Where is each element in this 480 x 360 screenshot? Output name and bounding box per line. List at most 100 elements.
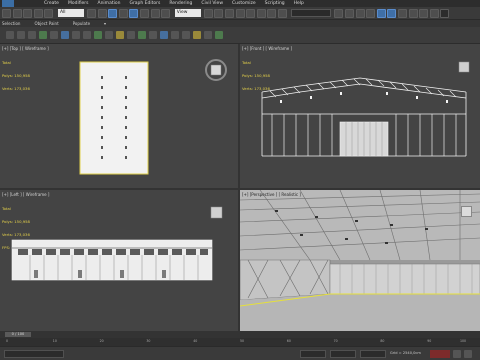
viewcube-icon[interactable] [461,206,472,217]
menu-item-animation[interactable]: Animation [98,0,121,7]
app-logo-icon[interactable] [2,0,14,7]
menu-item-rendering[interactable]: Rendering [169,0,192,7]
particle-icon[interactable] [138,31,146,39]
align-icon[interactable] [345,8,355,18]
top-view-canvas [79,59,227,175]
sphere-icon[interactable] [50,31,58,39]
viewcube-icon[interactable] [458,61,470,73]
angle-snap-icon[interactable] [246,8,256,18]
named-selection-set-dropdown[interactable] [291,9,332,17]
key-filters-icon[interactable] [464,350,472,358]
viewport-top[interactable]: [+] [Top ] [ Wireframe ] Total Polys: 15… [0,44,238,188]
door-icon[interactable] [182,31,190,39]
select-by-name-icon[interactable] [97,8,107,18]
select-manipulate-icon[interactable] [214,8,224,18]
coord-y-field[interactable] [330,350,356,358]
menu-item-customize[interactable]: Customize [232,0,256,7]
system-icon[interactable] [105,31,113,39]
viewport-persp-label[interactable]: [+] [Perspective ] [ Realistic ] [242,192,301,197]
lasso-icon[interactable] [17,31,25,39]
menu-item-civil-view[interactable]: Civil View [201,0,223,7]
helper-icon[interactable] [83,31,91,39]
named-selection-icon[interactable] [277,8,287,18]
geometry-icon[interactable] [127,31,135,39]
toggle-ribbon-icon[interactable] [366,8,376,18]
redo-icon[interactable] [12,8,22,18]
viewcube-icon[interactable] [210,206,223,219]
stairs-icon[interactable] [204,31,212,39]
ceiling-surface [240,190,480,260]
menu-item-graph-editors[interactable]: Graph Editors [129,0,160,7]
viewport-perspective[interactable]: [+] [Perspective ] [ Realistic ] [240,190,480,331]
curve-editor-icon[interactable] [376,8,386,18]
coord-z-field[interactable] [360,350,386,358]
rendered-frame-window-icon[interactable] [419,8,429,18]
undo-icon[interactable] [2,8,11,18]
unlink-icon[interactable] [33,8,43,18]
tab-object-paint[interactable]: Object Paint [34,20,58,27]
tick-label: 70 [333,339,338,343]
window-crossing-icon[interactable] [118,8,128,18]
tab-selection[interactable]: Selection [2,20,20,27]
mirror-icon[interactable] [334,8,344,18]
camera-icon[interactable] [61,31,69,39]
render-production-icon[interactable] [429,8,439,18]
select-object-icon[interactable] [86,8,96,18]
menu-bar: Create Modifiers Animation Graph Editors… [0,0,480,7]
status-bar: Grid = 2540,0cm [0,346,480,360]
pivot-center-icon[interactable] [203,8,213,18]
viewcube-icon[interactable] [205,59,227,81]
ribbon-toggle-icon[interactable]: ▾ [104,20,106,27]
select-and-rotate-icon[interactable] [139,8,149,18]
menu-item-scripting[interactable]: Scripting [265,0,285,7]
viewport-front[interactable]: [+] [Front ] [ Wireframe ] Total Polys: … [240,44,480,188]
paint-select-icon[interactable] [28,31,36,39]
select-icon[interactable] [6,31,14,39]
spinner-snap-icon[interactable] [267,8,277,18]
light-icon[interactable] [72,31,80,39]
auto-key-button[interactable] [430,350,450,358]
link-icon[interactable] [23,8,33,18]
selection-filter-dropdown[interactable]: All [57,9,84,17]
building-plan-rect [79,61,149,175]
set-key-icon[interactable] [453,350,461,358]
viewport-left[interactable]: [+] [Left ] [ Wireframe ] Total Polys: 1… [0,190,238,331]
render-iterative-icon[interactable] [440,8,450,18]
schematic-view-icon[interactable] [387,8,397,18]
rectangular-selection-icon[interactable] [108,8,118,18]
select-and-move-icon[interactable] [129,8,139,18]
compound-icon[interactable] [149,31,157,39]
shape-icon[interactable] [116,31,124,39]
maxscript-listener-input[interactable] [4,350,64,358]
render-setup-icon[interactable] [408,8,418,18]
foliage-icon[interactable] [215,31,223,39]
tick-label: 20 [99,339,104,343]
spacewarp-icon[interactable] [94,31,102,39]
bind-space-warp-icon[interactable] [44,8,54,18]
track-bar-ticks: 0 10 20 30 40 50 60 70 80 90 100 [6,338,474,346]
nurbs-icon[interactable] [171,31,179,39]
time-slider-thumb[interactable]: 0 / 100 [5,332,31,337]
place-icon[interactable] [161,8,171,18]
material-editor-icon[interactable] [398,8,408,18]
select-and-scale-icon[interactable] [150,8,160,18]
window-icon[interactable] [193,31,201,39]
front-lamps [280,92,448,103]
track-bar[interactable]: 0 10 20 30 40 50 60 70 80 90 100 [0,338,480,346]
tick-label: 50 [240,339,245,343]
reference-coordinate-dropdown[interactable]: View [174,9,201,17]
menu-item-help[interactable]: Help [294,0,304,7]
keyboard-shortcut-icon[interactable] [224,8,234,18]
patch-icon[interactable] [160,31,168,39]
box-icon[interactable] [39,31,47,39]
time-slider[interactable]: 0 / 100 [0,331,480,338]
percent-snap-icon[interactable] [256,8,266,18]
menu-item-modifiers[interactable]: Modifiers [68,0,89,7]
coord-x-field[interactable] [300,350,326,358]
back-wall [329,263,480,295]
snaps-toggle-icon[interactable] [235,8,245,18]
viewport-divider-horizontal[interactable] [0,188,480,190]
menu-item-create[interactable]: Create [44,0,59,7]
tab-populate[interactable]: Populate [73,20,90,27]
layer-explorer-icon[interactable] [355,8,365,18]
